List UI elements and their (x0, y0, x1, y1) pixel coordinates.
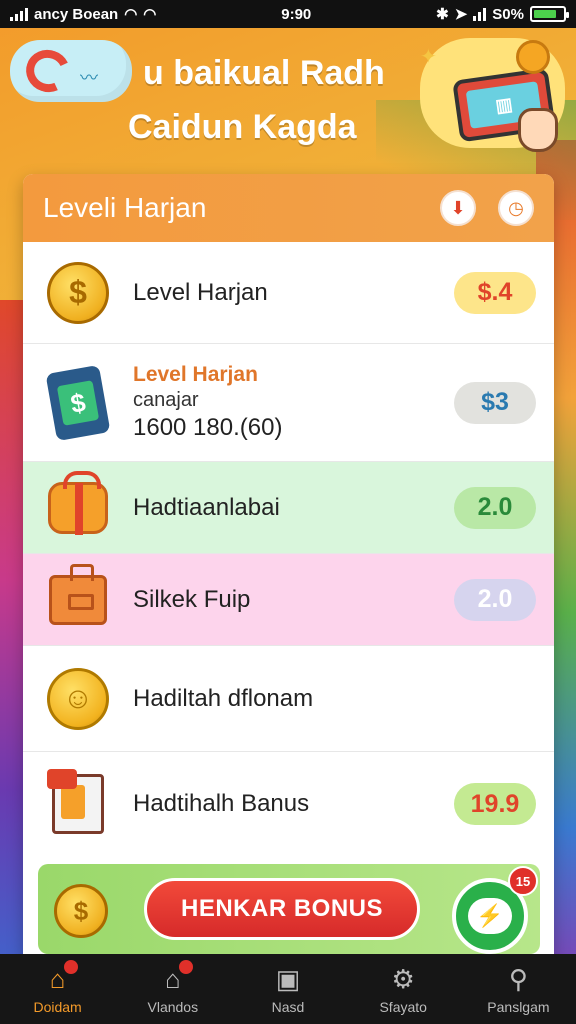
nav-label: Nasd (271, 999, 305, 1015)
search-icon: ⚲ (508, 963, 528, 994)
claim-bonus-button[interactable]: HENKAR BONUS (144, 878, 420, 940)
item-label: Hadiltah dflonam (133, 684, 314, 712)
dollar-coin-icon: $ (47, 261, 109, 324)
item-subtitle: canajar (133, 389, 199, 411)
smiley-sun-icon (516, 40, 550, 74)
battery-percent: S0% (492, 5, 524, 23)
nav-item-search[interactable]: ⚲ Panslgam (461, 954, 576, 1024)
wifi-icon: ◠ (124, 6, 138, 23)
nav-badge (64, 960, 78, 974)
item-value-badge: 2.0 (454, 578, 536, 621)
nav-item-store[interactable]: ⌂ Vlandos (115, 954, 230, 1024)
wifi-icon-2: ◠ (143, 6, 157, 23)
box-icon (49, 563, 107, 625)
star-icon: ✦ (420, 46, 437, 68)
list-item[interactable]: $ Level Harjan $.4 (23, 242, 554, 344)
nav-item-frame[interactable]: ▣ Nasd (230, 954, 345, 1024)
item-value-badge: 19.9 (454, 783, 536, 825)
list-item[interactable]: ☺ Hadiltah dflonam (23, 646, 554, 752)
nav-item-settings[interactable]: ⚙ Sfayato (346, 954, 461, 1024)
pointing-hand-icon (518, 108, 558, 152)
coin-icon: ☺ (47, 667, 109, 730)
item-value-badge: 2.0 (454, 486, 536, 529)
item-label: Level Harjan (133, 278, 268, 306)
hero-illustration: ✦ ▥ (420, 28, 570, 158)
item-detail: 1600 180.(60) (133, 414, 283, 441)
list-item[interactable]: $ Level Harjan canajar 1600 180.(60) $3 (23, 344, 554, 462)
list-item[interactable]: Hadtihalh Banus 19.9 (23, 752, 554, 856)
signal-icon (10, 7, 28, 21)
list-item[interactable]: Silkek Fuip 2.0 (23, 554, 554, 646)
carrier-name: ancy Boean (34, 5, 119, 23)
item-label: Hadtiaanlabai (133, 493, 280, 521)
wallet-icon: $ (45, 364, 111, 441)
item-value-badge: $3 (454, 381, 536, 424)
nav-badge (179, 960, 194, 974)
logo-wave-icon: 〰 (80, 68, 98, 88)
books-icon (47, 769, 104, 834)
nav-item-home[interactable]: ⌂ Doidam (0, 954, 115, 1024)
nav-label: Panslgam (487, 999, 550, 1015)
frame-icon: ▣ (275, 963, 301, 994)
page-title-line1: u baikual Radh (143, 54, 385, 92)
nav-label: Doidam (33, 999, 82, 1015)
item-value-badge: $.4 (454, 271, 536, 314)
item-label: Hadtihalh Banus (133, 790, 310, 817)
list-item[interactable]: Hadtiaanlabai 2.0 (23, 462, 554, 554)
nav-label: Vlandos (147, 999, 199, 1015)
bottom-nav: ⌂ Doidam ⌂ Vlandos ▣ Nasd ⚙ Sfayato ⚲ Pa… (0, 954, 576, 1024)
app-logo[interactable]: 〰 (10, 40, 132, 102)
item-label: Silkek Fuip (133, 585, 251, 613)
card-header: Leveli Harjan ⬇ ◷ (23, 174, 554, 242)
card-title: Leveli Harjan (43, 192, 207, 223)
clock-icon[interactable]: ◷ (498, 190, 534, 226)
nav-label: Sfayato (379, 999, 427, 1015)
download-icon[interactable]: ⬇ (440, 190, 476, 226)
location-icon: ➤ (454, 6, 468, 23)
item-title: Level Harjan (133, 363, 258, 386)
battery-icon (529, 6, 569, 22)
gear-icon: ⚙ (391, 963, 415, 994)
notification-badge: 15 (508, 866, 538, 896)
bonus-bar: $ HENKAR BONUS ⚡ 15 (38, 864, 540, 954)
logo-c-icon (20, 43, 76, 99)
page-title-line2: Caidun Kagda (128, 108, 357, 146)
reward-card: Leveli Harjan ⬇ ◷ $ Level Harjan $.4 $ L… (23, 174, 554, 964)
cell-signal-icon (473, 7, 487, 21)
gift-icon (48, 470, 108, 535)
status-time: 9:90 (281, 5, 312, 23)
status-bar: ancy Boean ◠ ◠ 9:90 ✱ ➤ S0% (0, 0, 576, 28)
chat-bubble-icon: ⚡ (468, 898, 512, 934)
dollar-coin-icon: $ (54, 884, 108, 938)
bluetooth-icon: ✱ (436, 6, 449, 23)
